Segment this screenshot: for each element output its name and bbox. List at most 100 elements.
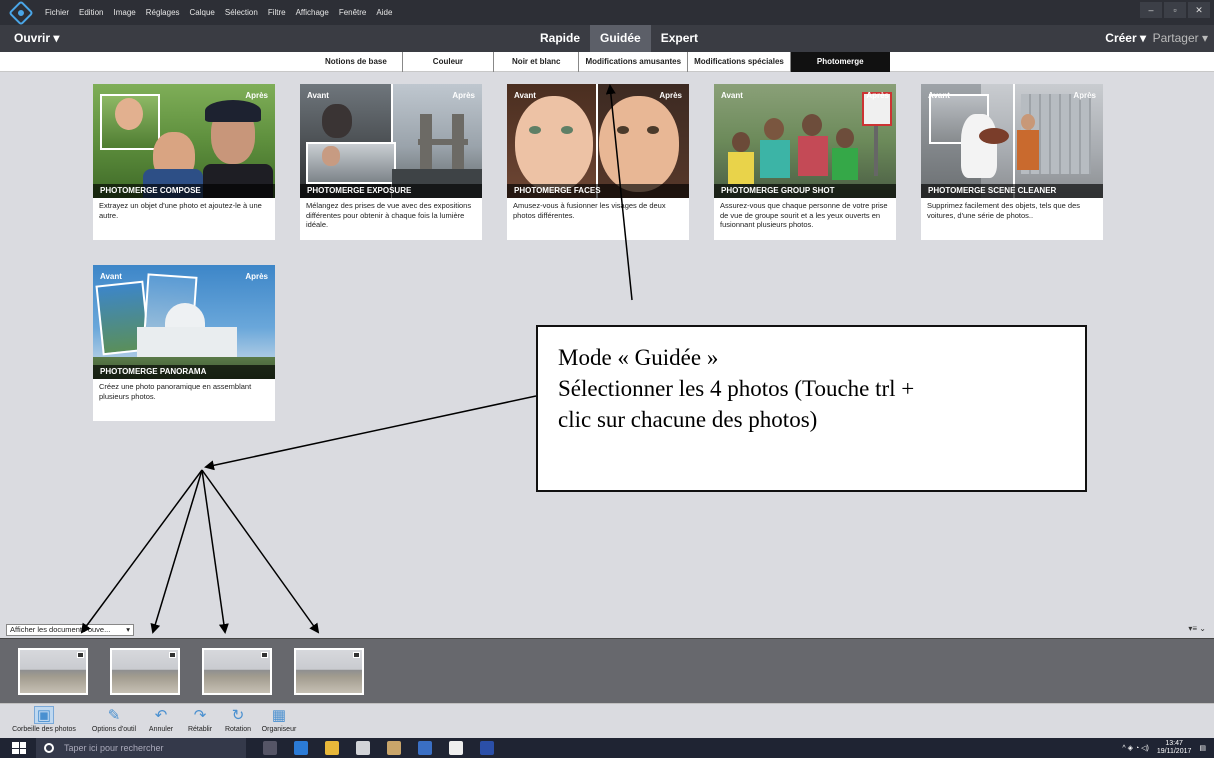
- undo-icon: ↶: [154, 707, 168, 724]
- card-title: PHOTOMERGE PANORAMA: [93, 365, 275, 379]
- minimize-button[interactable]: –: [1140, 2, 1162, 18]
- subtab-photomerge[interactable]: Photomerge: [790, 52, 890, 72]
- photo-bin-button[interactable]: ▣ Corbeille des photos: [2, 706, 86, 733]
- card-description: Assurez-vous que chaque personne de votr…: [720, 201, 888, 229]
- card-title: PHOTOMERGE SCENE CLEANER: [921, 184, 1103, 198]
- cortana-icon: [44, 743, 54, 753]
- subtab-notions-de-base[interactable]: Notions de base: [310, 52, 403, 72]
- card-image: Après PHOTOMERGE COMPOSE: [93, 84, 275, 198]
- subtab-couleur[interactable]: Couleur: [403, 52, 495, 72]
- before-label: Avant: [721, 91, 743, 100]
- tool-label: Options d'outil: [91, 726, 137, 733]
- card-photomerge-group-shot[interactable]: Avant Après PHOTOMERGE GROUP SHOT Assure…: [714, 84, 896, 240]
- card-photomerge-panorama[interactable]: Avant Après PHOTOMERGE PANORAMA Créez un…: [93, 265, 275, 421]
- before-label: Avant: [514, 91, 536, 100]
- menu-aide[interactable]: Aide: [371, 8, 397, 17]
- card-photomerge-exposure[interactable]: Avant Après PHOTOMERGE EXPOSURE Mélangez…: [300, 84, 482, 240]
- document-badge-icon: [77, 652, 84, 658]
- close-button[interactable]: ✕: [1188, 2, 1210, 18]
- chevron-down-icon: ▾: [126, 625, 130, 634]
- photo-thumbnail[interactable]: [110, 648, 180, 695]
- clock[interactable]: 13:47 19/11/2017: [1157, 740, 1192, 756]
- subtab-modifications-speciales[interactable]: Modifications spéciales: [688, 52, 791, 72]
- menu-calque[interactable]: Calque: [185, 8, 220, 17]
- tool-options-button[interactable]: ✎ Options d'outil: [86, 706, 142, 733]
- mode-tabs: Rapide Guidée Expert: [530, 25, 708, 52]
- tab-guidee[interactable]: Guidée: [590, 25, 651, 52]
- card-image: Avant Après PHOTOMERGE EXPOSURE: [300, 84, 482, 198]
- tab-rapide[interactable]: Rapide: [530, 25, 590, 52]
- callout-line-3: clic sur chacune des photos): [558, 407, 818, 432]
- notifications-icon[interactable]: ▤: [1199, 744, 1206, 752]
- windows-taskbar: Taper ici pour rechercher ^ ◈ ◔ ◁) 13:47…: [0, 738, 1214, 758]
- rotate-button[interactable]: ↻ Rotation: [220, 706, 256, 733]
- menu-fichier[interactable]: Fichier: [40, 8, 74, 17]
- elements-icon[interactable]: [418, 741, 432, 755]
- menu-fenetre[interactable]: Fenêtre: [334, 8, 372, 17]
- annotation-callout: Mode « Guidée » Sélectionner les 4 photo…: [536, 325, 1087, 492]
- photo-thumbnail[interactable]: [294, 648, 364, 695]
- card-photomerge-compose[interactable]: Après PHOTOMERGE COMPOSE Extrayez un obj…: [93, 84, 275, 240]
- tool-label: Corbeille des photos: [12, 726, 76, 733]
- callout-line-1: Mode « Guidée »: [558, 345, 719, 370]
- card-description: Mélangez des prises de vue avec des expo…: [306, 201, 472, 229]
- clock-time: 13:47: [1165, 740, 1183, 747]
- menu-edition[interactable]: Edition: [74, 8, 108, 17]
- photo-thumbnail[interactable]: [202, 648, 272, 695]
- subtab-modifications-amusantes[interactable]: Modifications amusantes: [579, 52, 689, 72]
- share-button[interactable]: Partager ▾: [1153, 31, 1208, 45]
- tool-label: Organiseur: [261, 726, 297, 733]
- windows-start-icon[interactable]: [12, 742, 26, 754]
- card-photomerge-faces[interactable]: Avant Après PHOTOMERGE FACES Amusez-vous…: [507, 84, 689, 240]
- menu-filtre[interactable]: Filtre: [263, 8, 291, 17]
- menu-image[interactable]: Image: [108, 8, 140, 17]
- menu-affichage[interactable]: Affichage: [291, 8, 334, 17]
- open-button[interactable]: Ouvrir ▾: [14, 31, 59, 45]
- card-description: Créez une photo panoramique en assemblan…: [99, 382, 252, 401]
- bin-options-icon[interactable]: ▾≡ ⌄: [1188, 624, 1206, 633]
- subtab-noir-et-blanc[interactable]: Noir et blanc: [494, 52, 580, 72]
- after-label: Après: [452, 91, 475, 100]
- card-title: PHOTOMERGE EXPOSURE: [300, 184, 482, 198]
- edge-icon[interactable]: [294, 741, 308, 755]
- photo-thumbnail[interactable]: [18, 648, 88, 695]
- callout-line-2: Sélectionner les 4 photos (Touche trl +: [558, 376, 915, 401]
- before-label: Avant: [307, 91, 329, 100]
- window-controls: – ▫ ✕: [1140, 2, 1210, 18]
- photo-bin: [0, 638, 1214, 703]
- tray-icons[interactable]: ^ ◈ ◔ ◁): [1122, 744, 1148, 752]
- redo-button[interactable]: ↷ Rétablir: [183, 706, 217, 733]
- arrow-to-thumbnail-3: [201, 469, 229, 634]
- card-image: Avant Après PHOTOMERGE FACES: [507, 84, 689, 198]
- card-description: Extrayez un objet d'une photo et ajoutez…: [99, 201, 262, 220]
- menu-selection[interactable]: Sélection: [220, 8, 263, 17]
- brush-icon: ✎: [107, 707, 121, 724]
- organizer-button[interactable]: ▦ Organiseur: [257, 706, 301, 733]
- photos-icon[interactable]: [449, 741, 463, 755]
- tab-expert[interactable]: Expert: [651, 25, 708, 52]
- card-title: PHOTOMERGE FACES: [507, 184, 689, 198]
- organizer-icon: ▦: [271, 707, 287, 724]
- bottom-toolbar: ▣ Corbeille des photos ✎ Options d'outil…: [0, 703, 1214, 738]
- document-badge-icon: [261, 652, 268, 658]
- undo-button[interactable]: ↶ Annuler: [144, 706, 178, 733]
- dropdown-label: Afficher les documents ouve...: [10, 625, 111, 634]
- document-badge-icon: [353, 652, 360, 658]
- word-icon[interactable]: [480, 741, 494, 755]
- card-title: PHOTOMERGE GROUP SHOT: [714, 184, 896, 198]
- store-icon[interactable]: [356, 741, 370, 755]
- open-documents-dropdown[interactable]: Afficher les documents ouve... ▾: [6, 624, 134, 636]
- card-photomerge-scene-cleaner[interactable]: Avant Après PHOTOMERGE SCENE CLEANER Sup…: [921, 84, 1103, 240]
- create-button[interactable]: Créer ▾: [1105, 31, 1146, 45]
- after-label: Après: [866, 91, 889, 100]
- arrow-to-thumbnail-2: [150, 469, 203, 634]
- card-description: Supprimez facilement des objets, tels qu…: [927, 201, 1080, 220]
- restore-button[interactable]: ▫: [1164, 2, 1186, 18]
- after-label: Après: [245, 272, 268, 281]
- app-icon[interactable]: [387, 741, 401, 755]
- menu-reglages[interactable]: Réglages: [141, 8, 185, 17]
- taskbar-search[interactable]: Taper ici pour rechercher: [36, 738, 246, 758]
- task-view-icon[interactable]: [263, 741, 277, 755]
- redo-icon: ↷: [193, 707, 207, 724]
- file-explorer-icon[interactable]: [325, 741, 339, 755]
